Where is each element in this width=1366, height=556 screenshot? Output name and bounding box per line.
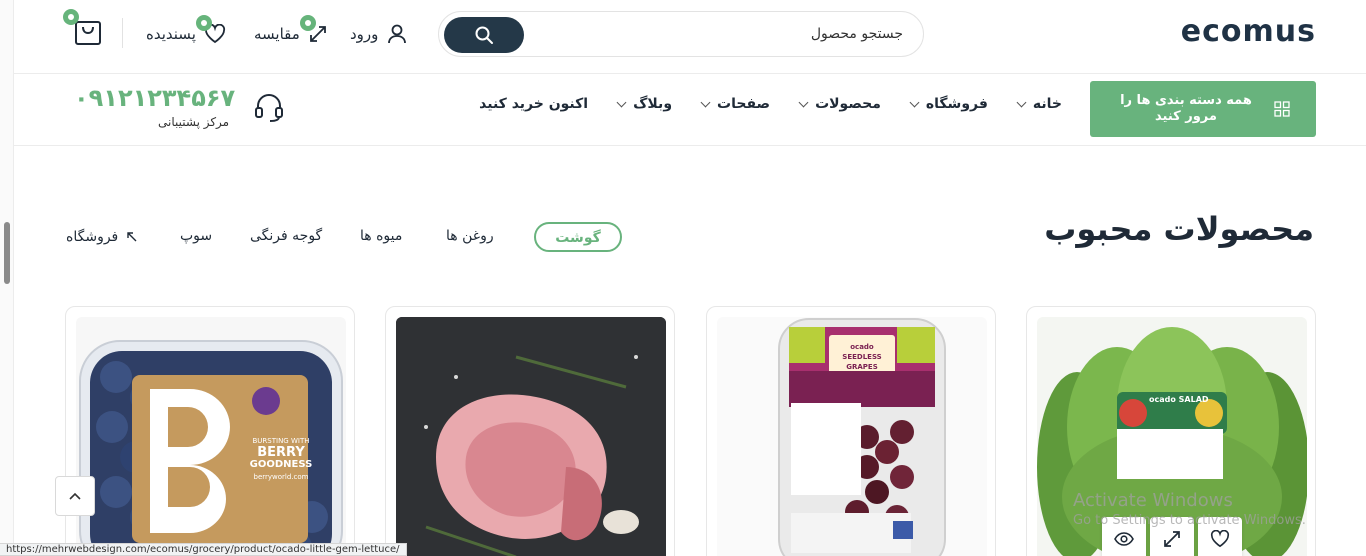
grapes-brand: ocado (850, 343, 874, 351)
tab-shop-label: فروشگاه (66, 229, 119, 245)
grapes-pack-label: ocado SEEDLESS GRAPES (829, 342, 895, 372)
nav-label: صفحات (717, 96, 771, 112)
compare-label: مقایسه (254, 25, 300, 43)
nav-item-products[interactable]: محصولات (798, 96, 881, 112)
eye-icon (1114, 532, 1134, 546)
watermark-title: Activate Windows (1073, 490, 1233, 511)
chevron-down-icon (700, 97, 711, 107)
back-to-top-button[interactable] (55, 476, 95, 516)
nav-item-blog[interactable]: وبلاگ (616, 96, 673, 112)
product-image-meat[interactable] (396, 317, 666, 556)
product-image-berries[interactable]: BURSTING WITH BERRY GOODNESS berryworld.… (76, 317, 346, 556)
page: ecomus ورود مقایسه پسندیده (0, 0, 1366, 556)
browse-categories-label: همه دسته بندی ها را مرور کنید (1120, 93, 1252, 124)
nav-item-home[interactable]: خانه (1016, 96, 1062, 112)
berries-text-3: GOODNESS (249, 459, 313, 470)
category-tabs: گوشت روغن ها میوه ها گوجه فرنگی سوپ فروش… (66, 222, 626, 254)
tab-fruits[interactable]: میوه ها (360, 222, 402, 252)
nav-item-pages[interactable]: صفحات (700, 96, 771, 112)
search-icon (475, 26, 493, 44)
tab-soup[interactable]: سوپ (180, 222, 212, 252)
cart-icon-wrap (63, 9, 102, 46)
top-header: ecomus ورود مقایسه پسندیده (14, 0, 1366, 74)
compare-icon-wrap (299, 15, 328, 44)
heart-icon (1210, 530, 1230, 548)
chevron-down-icon (798, 97, 809, 107)
nav-item-buy-now[interactable]: اکنون خرید کنید (479, 96, 588, 112)
support-phone[interactable]: ۰۹۱۲۱۲۳۴۵۶۷ (74, 84, 235, 112)
nav-label: فروشگاه (925, 96, 988, 112)
search-button[interactable] (444, 17, 524, 53)
support-block: ۰۹۱۲۱۲۳۴۵۶۷ مرکز پشتیبانی (74, 82, 304, 138)
nav-label: خانه (1032, 96, 1062, 112)
tab-meat[interactable]: گوشت (534, 222, 622, 252)
search-input[interactable] (543, 22, 903, 46)
cart-link[interactable] (63, 9, 102, 46)
wishlist-link[interactable]: پسندیده (146, 15, 226, 48)
product-card-grapes[interactable]: ocado SEEDLESS GRAPES (706, 306, 996, 556)
section-title: محصولات محبوب (1044, 210, 1314, 248)
chevron-down-icon (1016, 97, 1027, 107)
tab-shop[interactable]: فروشگاه (66, 222, 138, 252)
windows-watermark: Activate Windows Go to Settings to activ… (1073, 490, 1306, 528)
user-icon (388, 24, 407, 44)
login-link[interactable]: ورود (350, 20, 408, 48)
meat-illustration (396, 317, 666, 556)
wishlist-icon-wrap (195, 15, 226, 44)
wishlist-label: پسندیده (146, 25, 196, 43)
headset-icon (255, 94, 283, 122)
watermark-subtitle: Go to Settings to activate Windows. (1073, 513, 1306, 528)
nav-label: وبلاگ (633, 96, 673, 112)
nav-links: خانه فروشگاه محصولات صفحات وبلاگ اکنون خ… (479, 96, 1062, 112)
cart-badge (63, 9, 79, 25)
tab-oils[interactable]: روغن ها (446, 222, 494, 252)
search-bar (438, 11, 924, 57)
browse-categories-button[interactable]: همه دسته بندی ها را مرور کنید (1090, 81, 1316, 137)
berries-text-2: BERRY (257, 445, 305, 460)
product-image-grapes[interactable]: ocado SEEDLESS GRAPES (717, 317, 987, 556)
compare-link[interactable]: مقایسه (254, 15, 328, 48)
scrollbar-thumb[interactable] (4, 222, 10, 284)
compare-arrows-icon (1164, 531, 1180, 547)
header-divider (122, 18, 123, 48)
scrollbar-track[interactable] (0, 0, 14, 556)
login-label: ورود (350, 25, 379, 43)
status-bar-url: https://mehrwebdesign.com/ecomus/grocery… (0, 543, 407, 556)
tab-tomato[interactable]: گوجه فرنگی (250, 222, 322, 252)
berries-pack-text: BURSTING WITH BERRY GOODNESS berryworld.… (246, 435, 316, 483)
chevron-up-icon (69, 492, 81, 500)
product-card-meat[interactable] (385, 306, 675, 556)
grid-icon (1274, 101, 1290, 117)
wishlist-badge (195, 15, 212, 31)
grapes-name: SEEDLESS GRAPES (842, 353, 882, 371)
product-card-berries[interactable]: BURSTING WITH BERRY GOODNESS berryworld.… (65, 306, 355, 556)
berries-text-4: berryworld.com (253, 473, 309, 481)
lettuce-pack-label: ocado SALAD (1149, 395, 1209, 404)
arrow-up-left-icon (127, 232, 137, 242)
chevron-down-icon (909, 97, 920, 107)
compare-badge (299, 15, 316, 31)
chevron-down-icon (616, 97, 627, 107)
nav-label: محصولات (815, 96, 881, 112)
nav-label: اکنون خرید کنید (479, 96, 589, 112)
support-label: مرکز پشتیبانی (158, 115, 230, 129)
nav-item-shop[interactable]: فروشگاه (909, 96, 988, 112)
main-nav: همه دسته بندی ها را مرور کنید خانه فروشگ… (14, 74, 1366, 146)
logo[interactable]: ecomus (1181, 14, 1316, 49)
